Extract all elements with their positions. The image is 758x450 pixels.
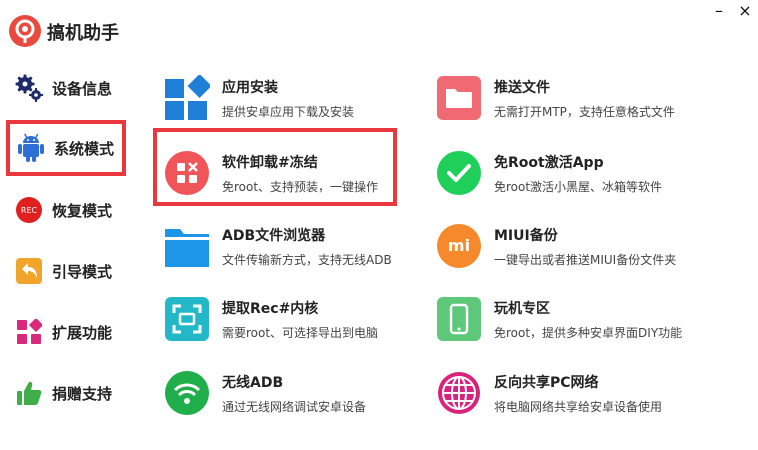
logo-icon (10, 16, 40, 46)
feature-desc: 需要root、可选择导出到电脑 (222, 325, 379, 340)
feature-title: 应用安装 (222, 79, 278, 96)
globe-icon (436, 370, 482, 416)
sidebar-item-label: 捐赠支持 (52, 384, 113, 403)
feature-desc: 一键导出或者推送MIUI备份文件夹 (494, 252, 677, 267)
feature-adb-file-browser[interactable]: ADB文件浏览器 文件传输新方式，支持无线ADB (164, 218, 414, 274)
feature-push-files[interactable]: 推送文件 无需打开MTP，支持任意格式文件 (436, 70, 686, 126)
feature-reverse-share-network[interactable]: 反向共享PC网络 将电脑网络共享给安卓设备使用 (436, 365, 686, 421)
feature-title: 玩机专区 (494, 300, 550, 317)
sidebar-item-recovery-mode[interactable]: REC 恢复模式 (10, 184, 122, 236)
wifi-icon (164, 370, 210, 416)
folder-blue-icon (164, 223, 210, 269)
feature-desc: 将电脑网络共享给安卓设备使用 (494, 399, 663, 414)
phone-icon (436, 296, 482, 342)
sidebar-item-extensions[interactable]: 扩展功能 (10, 306, 122, 358)
app-title: 搞机助手 (47, 23, 119, 44)
svg-text:REC: REC (21, 206, 38, 215)
feature-desc: 无需打开MTP，支持任意格式文件 (494, 104, 675, 119)
svg-text:mi: mi (448, 236, 470, 255)
feature-app-install[interactable]: 应用安装 提供安卓应用下载及安装 (164, 70, 414, 126)
sidebar-item-label: 系统模式 (54, 139, 115, 158)
feature-activate-app-no-root[interactable]: 免Root激活App 免root激活小黑屋、冰箱等软件 (436, 145, 686, 201)
close-button[interactable]: × (734, 0, 756, 22)
sidebar-item-bootloader-mode[interactable]: 引导模式 (10, 245, 122, 297)
feature-wireless-adb[interactable]: 无线ADB 通过无线网络调试安卓设备 (164, 365, 414, 421)
feature-title: 推送文件 (494, 79, 550, 96)
feature-desc: 提供安卓应用下载及安装 (222, 104, 355, 119)
rec-icon: REC (14, 195, 44, 225)
sidebar-item-label: 扩展功能 (52, 323, 113, 342)
android-icon (16, 133, 46, 163)
sidebar-item-donate[interactable]: 捐赠支持 (10, 367, 122, 419)
back-arrow-icon (14, 256, 44, 286)
feature-desc: 通过无线网络调试安卓设备 (222, 399, 367, 414)
feature-desc: 免root激活小黑屋、冰箱等软件 (494, 179, 663, 194)
gears-icon (14, 73, 44, 103)
app-logo (9, 15, 41, 47)
check-icon (436, 150, 482, 196)
scan-icon (164, 296, 210, 342)
feature-extract-rec-kernel[interactable]: 提取Rec#内核 需要root、可选择导出到电脑 (164, 291, 414, 347)
feature-title: 提取Rec#内核 (222, 300, 319, 317)
feature-title: ADB文件浏览器 (222, 227, 326, 244)
feature-phone-zone[interactable]: 玩机专区 免root，提供多种安卓界面DIY功能 (436, 291, 686, 347)
sidebar-item-label: 恢复模式 (52, 201, 113, 220)
sidebar-item-label: 引导模式 (52, 262, 113, 281)
feature-title: MIUI备份 (494, 227, 558, 244)
mi-icon: mi (436, 223, 482, 269)
sidebar-item-device-info[interactable]: 设备信息 (10, 62, 122, 114)
folder-pink-icon (436, 75, 482, 121)
feature-title: 免Root激活App (494, 154, 604, 171)
feature-title: 无线ADB (222, 374, 284, 391)
sidebar-item-system-mode[interactable]: 系统模式 (6, 120, 126, 176)
apps-icon (164, 75, 210, 121)
grid-icon (14, 317, 44, 347)
feature-title: 反向共享PC网络 (494, 374, 599, 391)
feature-desc: 文件传输新方式，支持无线ADB (222, 252, 392, 267)
thumbs-up-icon (14, 378, 44, 408)
sidebar-item-label: 设备信息 (52, 79, 113, 98)
selection-highlight (153, 128, 397, 206)
feature-desc: 免root，提供多种安卓界面DIY功能 (494, 325, 683, 340)
feature-miui-backup[interactable]: mi MIUI备份 一键导出或者推送MIUI备份文件夹 (436, 218, 686, 274)
minimize-button[interactable]: – (708, 0, 730, 22)
